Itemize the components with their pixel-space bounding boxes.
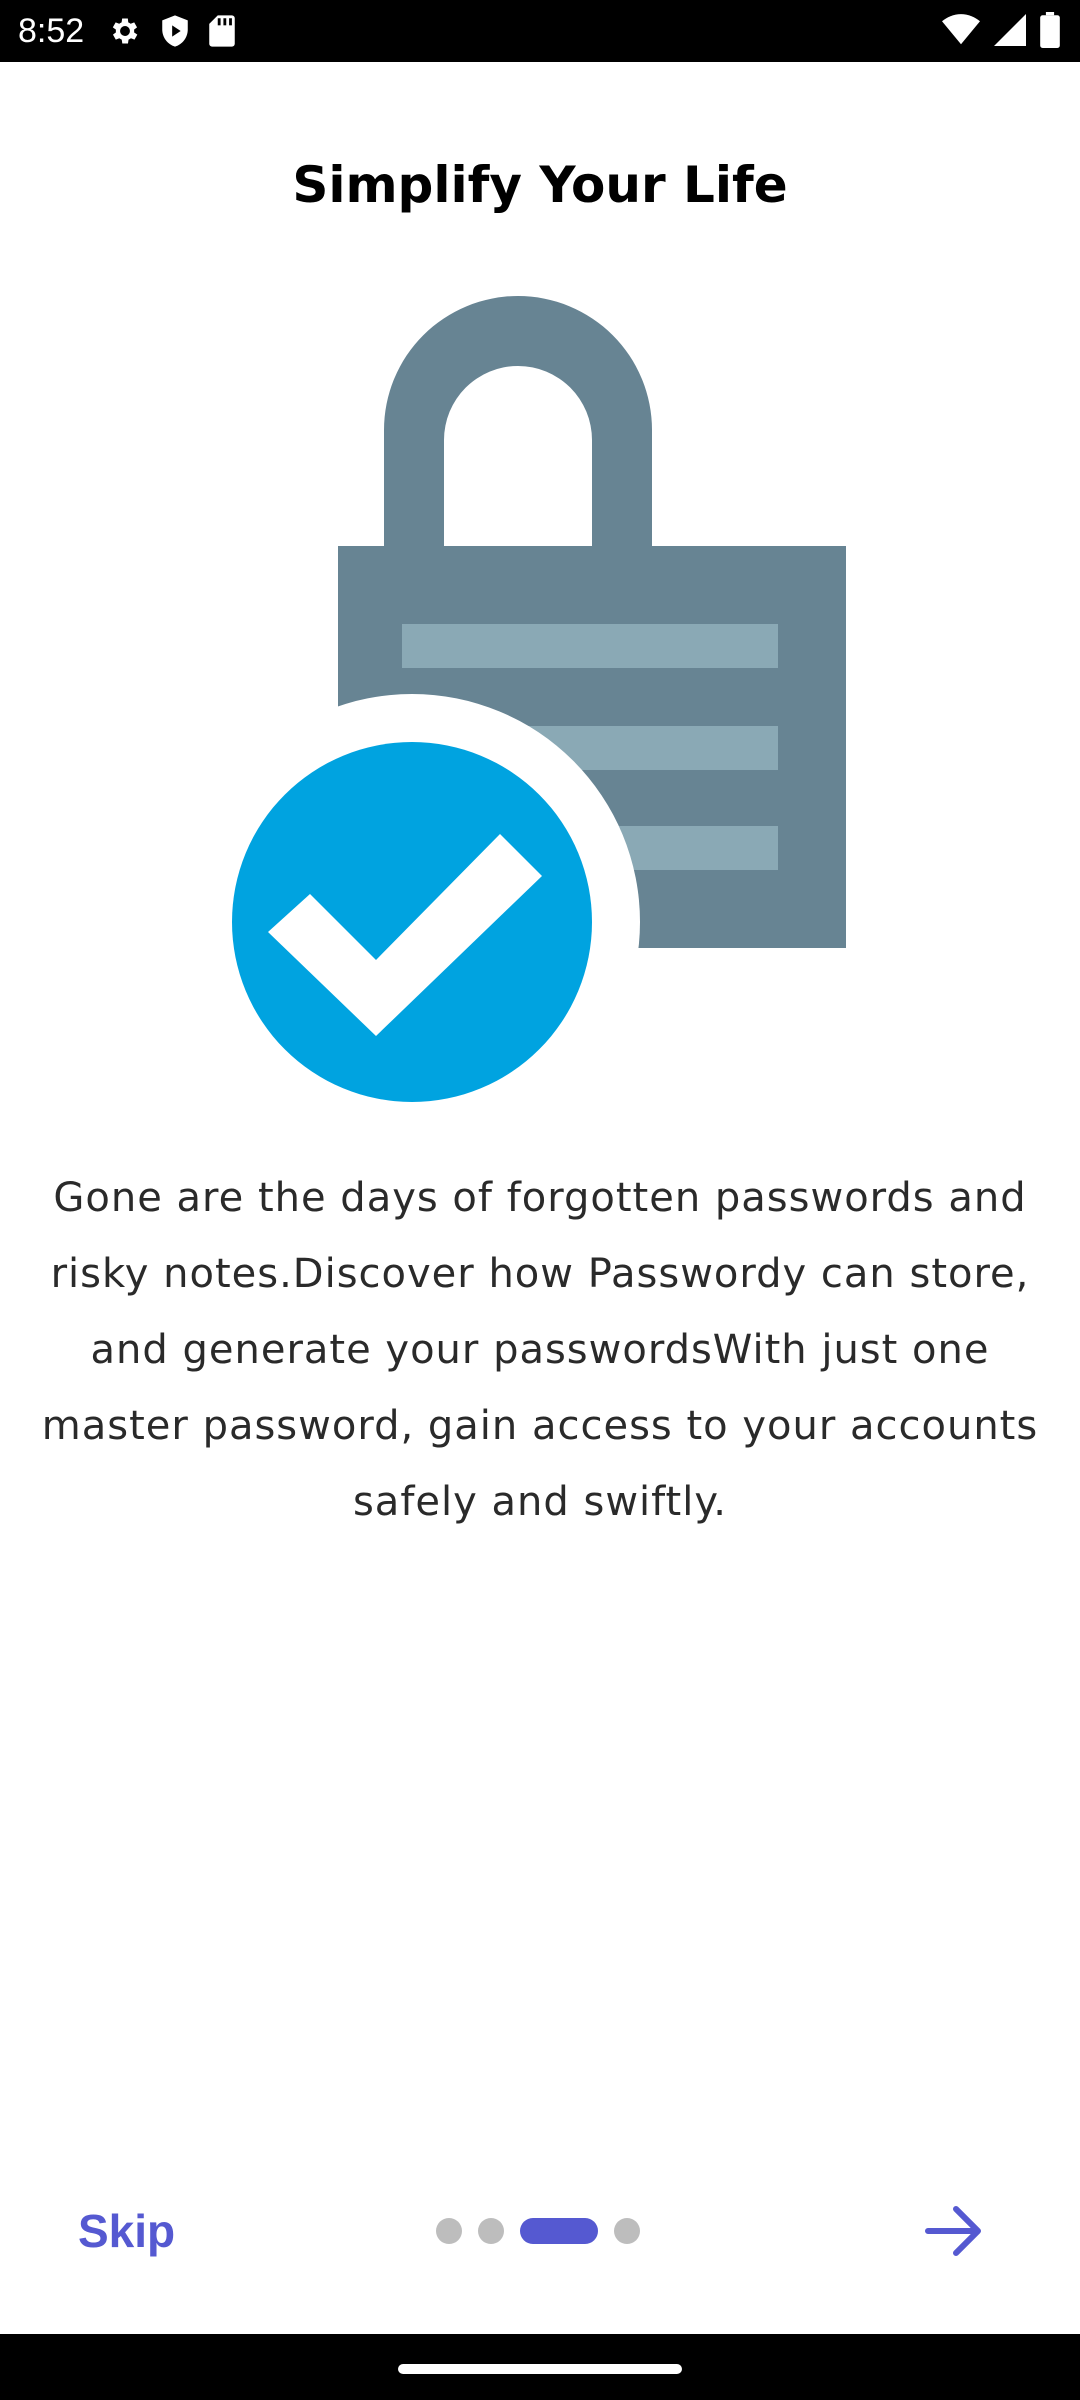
skip-button[interactable]: Skip xyxy=(78,2196,175,2266)
status-icons-right xyxy=(942,12,1060,48)
page-dot xyxy=(436,2218,462,2244)
settings-gear-icon xyxy=(112,18,138,44)
onboarding-description: Gone are the days of forgotten passwords… xyxy=(41,1175,1039,1525)
status-icons-left xyxy=(108,14,236,48)
status-bar: 8:52 xyxy=(0,0,1080,62)
arrow-right-icon xyxy=(925,2206,981,2256)
home-gesture-handle[interactable] xyxy=(398,2364,682,2374)
lock-checkmark-illustration xyxy=(220,296,846,1110)
status-time: 8:52 xyxy=(18,12,85,50)
lock-stripe xyxy=(402,624,778,668)
battery-icon xyxy=(1040,12,1060,48)
sd-card-icon xyxy=(209,15,235,47)
page-indicator xyxy=(436,2218,640,2244)
cell-signal-icon xyxy=(994,14,1026,46)
page-dot-active xyxy=(520,2218,598,2244)
shield-icon xyxy=(162,15,188,47)
page-dot xyxy=(614,2218,640,2244)
wifi-icon xyxy=(942,14,980,45)
lock-shackle xyxy=(384,296,652,556)
page-dot xyxy=(478,2218,504,2244)
onboarding-title: Simplify Your Life xyxy=(292,156,788,214)
next-button[interactable] xyxy=(918,2196,988,2266)
